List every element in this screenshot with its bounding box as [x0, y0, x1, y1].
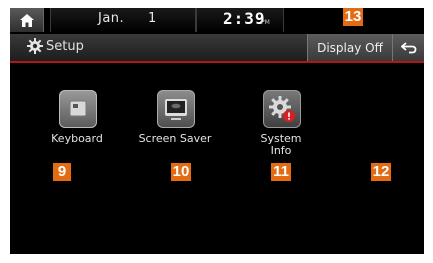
clock-ampm: PM [261, 19, 270, 26]
keyboard-icon [59, 90, 97, 128]
screen-saver-icon [157, 90, 195, 128]
back-button[interactable] [392, 34, 424, 61]
date-month: Jan. [98, 11, 125, 26]
title-bar: Setup Display Off [10, 34, 424, 63]
callout-badge-11: 11 [271, 163, 291, 181]
menu-item-label: Keyboard [51, 132, 103, 145]
home-icon [19, 13, 34, 27]
callout-badge-10: 10 [171, 163, 191, 181]
callout-badge-9: 9 [53, 163, 71, 181]
home-button[interactable] [10, 8, 44, 32]
date-day: 1 [148, 11, 157, 26]
callout-badge-13: 13 [343, 8, 363, 26]
back-icon [401, 41, 417, 53]
gear-icon [27, 38, 45, 56]
system-info-icon [263, 90, 301, 128]
clock-time: 2:39 [223, 9, 266, 28]
display-off-button[interactable]: Display Off [307, 34, 392, 61]
menu-item-label: System Info [260, 132, 302, 157]
page-title: Setup [46, 39, 84, 54]
menu-item-system-info[interactable]: System Info [231, 90, 331, 160]
menu-item-keyboard[interactable]: Keyboard [27, 90, 127, 160]
menu-item-label: Screen Saver [138, 132, 212, 145]
callout-badge-12: 12 [371, 163, 391, 181]
menu-item-screen-saver[interactable]: Screen Saver [125, 90, 225, 160]
head-unit-screen: Jan. 1 2:39 PM Setup Display Off Keyboar… [10, 8, 424, 254]
